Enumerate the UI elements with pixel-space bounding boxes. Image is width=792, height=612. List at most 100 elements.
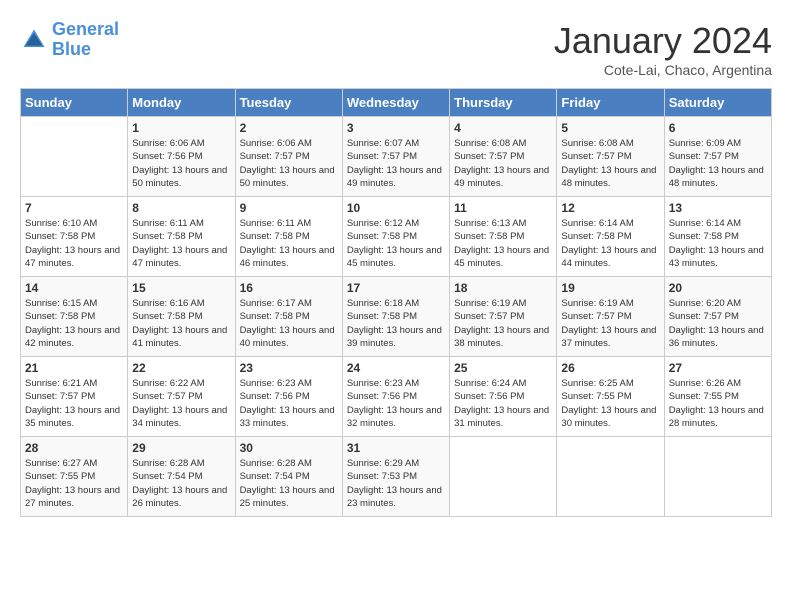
day-info: Sunrise: 6:07 AMSunset: 7:57 PMDaylight:…	[347, 137, 445, 190]
logo-line2: Blue	[52, 39, 91, 59]
day-info: Sunrise: 6:24 AMSunset: 7:56 PMDaylight:…	[454, 377, 552, 430]
day-cell: 30 Sunrise: 6:28 AMSunset: 7:54 PMDayligh…	[235, 437, 342, 517]
logo-icon	[20, 26, 48, 54]
day-info: Sunrise: 6:28 AMSunset: 7:54 PMDaylight:…	[132, 457, 230, 510]
day-info: Sunrise: 6:08 AMSunset: 7:57 PMDaylight:…	[561, 137, 659, 190]
day-cell: 26 Sunrise: 6:25 AMSunset: 7:55 PMDayligh…	[557, 357, 664, 437]
day-number: 27	[669, 361, 767, 375]
day-info: Sunrise: 6:09 AMSunset: 7:57 PMDaylight:…	[669, 137, 767, 190]
week-row-5: 28 Sunrise: 6:27 AMSunset: 7:55 PMDayligh…	[21, 437, 772, 517]
day-cell: 20Sunrise: 6:20 AMSunset: 7:57 PMDayligh…	[664, 277, 771, 357]
day-cell: 29 Sunrise: 6:28 AMSunset: 7:54 PMDayligh…	[128, 437, 235, 517]
day-number: 3	[347, 121, 445, 135]
month-title: January 2024	[554, 20, 772, 62]
day-cell: 11Sunrise: 6:13 AMSunset: 7:58 PMDayligh…	[450, 197, 557, 277]
location-subtitle: Cote-Lai, Chaco, Argentina	[554, 62, 772, 78]
day-number: 7	[25, 201, 123, 215]
day-info: Sunrise: 6:08 AMSunset: 7:57 PMDaylight:…	[454, 137, 552, 190]
day-cell: 15 Sunrise: 6:16 AMSunset: 7:58 PMDayligh…	[128, 277, 235, 357]
weekday-header-row: SundayMondayTuesdayWednesdayThursdayFrid…	[21, 89, 772, 117]
day-info: Sunrise: 6:28 AMSunset: 7:54 PMDaylight:…	[240, 457, 338, 510]
week-row-1: 1 Sunrise: 6:06 AMSunset: 7:56 PMDaylight…	[21, 117, 772, 197]
day-cell	[21, 117, 128, 197]
day-info: Sunrise: 6:27 AMSunset: 7:55 PMDaylight:…	[25, 457, 123, 510]
day-info: Sunrise: 6:25 AMSunset: 7:55 PMDaylight:…	[561, 377, 659, 430]
day-number: 20	[669, 281, 767, 295]
day-cell: 13Sunrise: 6:14 AMSunset: 7:58 PMDayligh…	[664, 197, 771, 277]
day-info: Sunrise: 6:17 AMSunset: 7:58 PMDaylight:…	[240, 297, 338, 350]
day-cell: 24 Sunrise: 6:23 AMSunset: 7:56 PMDayligh…	[342, 357, 449, 437]
day-cell: 12Sunrise: 6:14 AMSunset: 7:58 PMDayligh…	[557, 197, 664, 277]
day-info: Sunrise: 6:26 AMSunset: 7:55 PMDaylight:…	[669, 377, 767, 430]
day-cell: 10Sunrise: 6:12 AMSunset: 7:58 PMDayligh…	[342, 197, 449, 277]
day-cell: 31 Sunrise: 6:29 AMSunset: 7:53 PMDayligh…	[342, 437, 449, 517]
day-cell: 2 Sunrise: 6:06 AMSunset: 7:57 PMDaylight…	[235, 117, 342, 197]
day-number: 22	[132, 361, 230, 375]
day-number: 2	[240, 121, 338, 135]
day-info: Sunrise: 6:21 AMSunset: 7:57 PMDaylight:…	[25, 377, 123, 430]
week-row-2: 7Sunrise: 6:10 AMSunset: 7:58 PMDaylight…	[21, 197, 772, 277]
day-cell: 25 Sunrise: 6:24 AMSunset: 7:56 PMDayligh…	[450, 357, 557, 437]
day-number: 17	[347, 281, 445, 295]
title-block: January 2024 Cote-Lai, Chaco, Argentina	[554, 20, 772, 78]
day-cell	[450, 437, 557, 517]
day-cell: 18 Sunrise: 6:19 AMSunset: 7:57 PMDayligh…	[450, 277, 557, 357]
day-info: Sunrise: 6:14 AMSunset: 7:58 PMDaylight:…	[561, 217, 659, 270]
day-cell: 8Sunrise: 6:11 AMSunset: 7:58 PMDaylight…	[128, 197, 235, 277]
day-number: 29	[132, 441, 230, 455]
day-cell: 1 Sunrise: 6:06 AMSunset: 7:56 PMDaylight…	[128, 117, 235, 197]
day-cell: 21Sunrise: 6:21 AMSunset: 7:57 PMDayligh…	[21, 357, 128, 437]
day-number: 31	[347, 441, 445, 455]
day-number: 1	[132, 121, 230, 135]
weekday-header-monday: Monday	[128, 89, 235, 117]
day-info: Sunrise: 6:06 AMSunset: 7:57 PMDaylight:…	[240, 137, 338, 190]
day-number: 23	[240, 361, 338, 375]
day-info: Sunrise: 6:22 AMSunset: 7:57 PMDaylight:…	[132, 377, 230, 430]
day-cell	[557, 437, 664, 517]
week-row-3: 14 Sunrise: 6:15 AMSunset: 7:58 PMDayligh…	[21, 277, 772, 357]
day-info: Sunrise: 6:29 AMSunset: 7:53 PMDaylight:…	[347, 457, 445, 510]
day-info: Sunrise: 6:23 AMSunset: 7:56 PMDaylight:…	[347, 377, 445, 430]
day-number: 13	[669, 201, 767, 215]
day-cell: 16 Sunrise: 6:17 AMSunset: 7:58 PMDayligh…	[235, 277, 342, 357]
day-cell	[664, 437, 771, 517]
day-cell: 9Sunrise: 6:11 AMSunset: 7:58 PMDaylight…	[235, 197, 342, 277]
day-number: 14	[25, 281, 123, 295]
day-info: Sunrise: 6:15 AMSunset: 7:58 PMDaylight:…	[25, 297, 123, 350]
day-info: Sunrise: 6:18 AMSunset: 7:58 PMDaylight:…	[347, 297, 445, 350]
day-number: 28	[25, 441, 123, 455]
day-number: 26	[561, 361, 659, 375]
day-number: 16	[240, 281, 338, 295]
day-number: 25	[454, 361, 552, 375]
day-cell: 7Sunrise: 6:10 AMSunset: 7:58 PMDaylight…	[21, 197, 128, 277]
day-cell: 4 Sunrise: 6:08 AMSunset: 7:57 PMDaylight…	[450, 117, 557, 197]
weekday-header-wednesday: Wednesday	[342, 89, 449, 117]
day-info: Sunrise: 6:16 AMSunset: 7:58 PMDaylight:…	[132, 297, 230, 350]
day-cell: 27 Sunrise: 6:26 AMSunset: 7:55 PMDayligh…	[664, 357, 771, 437]
day-info: Sunrise: 6:06 AMSunset: 7:56 PMDaylight:…	[132, 137, 230, 190]
page-header: General Blue January 2024 Cote-Lai, Chac…	[20, 20, 772, 78]
calendar-table: SundayMondayTuesdayWednesdayThursdayFrid…	[20, 88, 772, 517]
day-cell: 6Sunrise: 6:09 AMSunset: 7:57 PMDaylight…	[664, 117, 771, 197]
day-number: 30	[240, 441, 338, 455]
day-number: 4	[454, 121, 552, 135]
day-cell: 5Sunrise: 6:08 AMSunset: 7:57 PMDaylight…	[557, 117, 664, 197]
weekday-header-sunday: Sunday	[21, 89, 128, 117]
day-cell: 22 Sunrise: 6:22 AMSunset: 7:57 PMDayligh…	[128, 357, 235, 437]
logo-line1: General	[52, 19, 119, 39]
day-number: 18	[454, 281, 552, 295]
day-number: 9	[240, 201, 338, 215]
day-number: 11	[454, 201, 552, 215]
weekday-header-saturday: Saturday	[664, 89, 771, 117]
day-number: 24	[347, 361, 445, 375]
week-row-4: 21Sunrise: 6:21 AMSunset: 7:57 PMDayligh…	[21, 357, 772, 437]
day-number: 19	[561, 281, 659, 295]
day-cell: 28 Sunrise: 6:27 AMSunset: 7:55 PMDayligh…	[21, 437, 128, 517]
weekday-header-thursday: Thursday	[450, 89, 557, 117]
day-number: 15	[132, 281, 230, 295]
day-cell: 17 Sunrise: 6:18 AMSunset: 7:58 PMDayligh…	[342, 277, 449, 357]
day-info: Sunrise: 6:19 AMSunset: 7:57 PMDaylight:…	[454, 297, 552, 350]
weekday-header-tuesday: Tuesday	[235, 89, 342, 117]
day-info: Sunrise: 6:11 AMSunset: 7:58 PMDaylight:…	[132, 217, 230, 270]
day-cell: 3 Sunrise: 6:07 AMSunset: 7:57 PMDaylight…	[342, 117, 449, 197]
